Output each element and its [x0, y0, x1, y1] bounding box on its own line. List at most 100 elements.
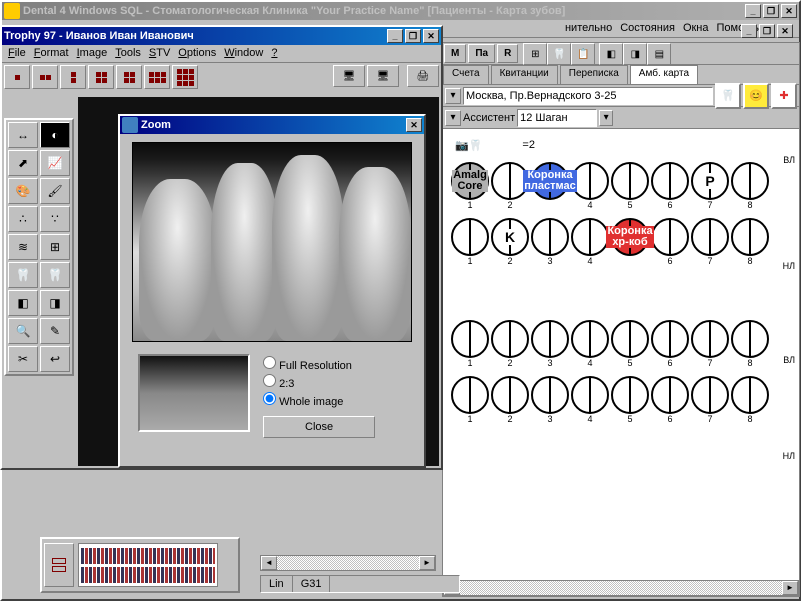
mode-pa-button[interactable]: Па — [468, 44, 495, 63]
red-cross-icon[interactable]: ✚ — [771, 83, 797, 109]
chart-tool-button[interactable]: ▤ — [647, 43, 671, 65]
assistant-select[interactable] — [517, 109, 597, 127]
chart-tool-button[interactable]: ⊞ — [523, 43, 547, 65]
print-button[interactable]: 🖨 — [407, 65, 439, 87]
palette-tool-button[interactable]: ◨ — [40, 290, 70, 316]
tooth-blank[interactable]: 5 — [611, 376, 649, 414]
tooth-6[interactable]: 6 — [651, 218, 689, 256]
mode-m-button[interactable]: М — [444, 44, 466, 63]
menu-window[interactable]: Window — [224, 47, 263, 60]
tab-receipts[interactable]: Квитанции — [491, 65, 558, 84]
close-button[interactable]: ✕ — [406, 118, 422, 132]
layout-button[interactable] — [32, 65, 58, 89]
palette-tool-button[interactable]: ∴ — [8, 206, 38, 232]
strip-scrollbar[interactable]: ◄ ► — [260, 555, 436, 571]
layout-button[interactable] — [4, 65, 30, 89]
palette-tool-button[interactable]: 🦷 — [40, 262, 70, 288]
tooth-blank[interactable]: 8 — [731, 376, 769, 414]
layout-button[interactable] — [60, 65, 86, 89]
chart-tool-button[interactable]: ◨ — [623, 43, 647, 65]
device-button[interactable]: 🖥 — [333, 65, 365, 87]
tooth-blank[interactable]: 7 — [691, 320, 729, 358]
strip-layout-button[interactable] — [44, 543, 74, 587]
tooth-blank[interactable]: 5 — [611, 320, 649, 358]
tooth-7[interactable]: 7 — [691, 218, 729, 256]
scroll-left-icon[interactable]: ◄ — [261, 556, 277, 570]
dropdown-icon[interactable]: ▾ — [445, 110, 461, 126]
scroll-right-icon[interactable]: ► — [782, 581, 798, 595]
tooth-blank[interactable]: 4 — [571, 320, 609, 358]
chart-tool-button[interactable]: ◧ — [599, 43, 623, 65]
tooth-blank[interactable]: 8 — [731, 320, 769, 358]
menu-format[interactable]: Format — [34, 47, 69, 60]
tooth-5[interactable]: 5 — [611, 162, 649, 200]
tab-accounts[interactable]: Счета — [443, 65, 489, 84]
tooth-1[interactable]: 1 — [451, 218, 489, 256]
teeth-overview[interactable] — [78, 543, 218, 587]
menu-file[interactable]: File — [8, 47, 26, 60]
palette-tool-button[interactable]: ↩ — [40, 346, 70, 372]
tooth-blank[interactable]: 1 — [451, 320, 489, 358]
tooth-blank[interactable]: 7 — [691, 376, 729, 414]
trophy-titlebar[interactable]: Trophy 97 - Иванов Иван Иванович _ ❐ ✕ — [2, 27, 441, 45]
tooth-blank[interactable]: 3 — [531, 376, 569, 414]
chart-scrollbar[interactable]: ◄ ► — [443, 580, 799, 596]
tooth-blank[interactable]: 4 — [571, 376, 609, 414]
menu-windows[interactable]: Окна — [683, 22, 709, 35]
layout-button[interactable] — [172, 65, 198, 89]
palette-tool-button[interactable]: 🔍 — [8, 318, 38, 344]
palette-tool-button[interactable]: 📈 — [40, 150, 70, 176]
zoom-thumbnail[interactable] — [138, 354, 250, 432]
maximize-button[interactable]: ❐ — [763, 4, 779, 18]
palette-tool-button[interactable]: 🎨 — [8, 178, 38, 204]
tooth-blank[interactable]: 1 — [451, 376, 489, 414]
tooth-7[interactable]: P7 — [691, 162, 729, 200]
tooth-1[interactable]: Amalg Core1 — [451, 162, 489, 200]
tooth-5[interactable]: Коронка хр-коб5 — [611, 218, 649, 256]
tooth-4[interactable]: 4 — [571, 218, 609, 256]
menu-tools[interactable]: Tools — [115, 47, 141, 60]
zoom-opt-23[interactable]: 2:3 — [263, 374, 375, 390]
zoom-close-button[interactable]: Close — [263, 416, 375, 438]
minimize-button[interactable]: _ — [745, 4, 761, 18]
palette-tool-button[interactable]: ✂ — [8, 346, 38, 372]
palette-tool-button[interactable]: 🦷 — [8, 262, 38, 288]
tooth-blank[interactable]: 3 — [531, 320, 569, 358]
smiley-icon[interactable]: 😊 — [743, 83, 769, 109]
layout-button[interactable] — [88, 65, 114, 89]
tab-correspondence[interactable]: Переписка — [560, 65, 628, 84]
tooth-8[interactable]: 8 — [731, 162, 769, 200]
menu-states[interactable]: Состояния — [620, 22, 675, 35]
layout-button[interactable] — [116, 65, 142, 89]
tooth-8[interactable]: 8 — [731, 218, 769, 256]
menu-extra[interactable]: нительно — [565, 22, 612, 35]
close-button[interactable]: ✕ — [423, 29, 439, 43]
palette-tool-button[interactable]: ≋ — [8, 234, 38, 260]
palette-tool-button[interactable]: ◧ — [8, 290, 38, 316]
palette-tool-button[interactable]: ◐ — [40, 122, 70, 148]
address-input[interactable] — [463, 87, 713, 105]
zoom-titlebar[interactable]: Zoom ✕ — [120, 116, 424, 134]
maximize-button[interactable]: ❐ — [405, 29, 421, 43]
scroll-right-icon[interactable]: ► — [419, 556, 435, 570]
mdi-minimize-button[interactable]: _ — [741, 24, 757, 38]
tooth-6[interactable]: 6 — [651, 162, 689, 200]
menu-stv[interactable]: STV — [149, 47, 170, 60]
layout-button[interactable] — [144, 65, 170, 89]
chart-tool-button[interactable]: 📋 — [571, 43, 595, 65]
tooth-icon[interactable]: 🦷 — [715, 83, 741, 109]
tab-amb-card[interactable]: Амб. карта — [630, 65, 698, 84]
menu-image[interactable]: Image — [77, 47, 108, 60]
mdi-close-button[interactable]: ✕ — [777, 24, 793, 38]
menu-options[interactable]: Options — [178, 47, 216, 60]
mode-r-button[interactable]: R — [497, 44, 518, 63]
palette-tool-button[interactable]: ↔ — [8, 122, 38, 148]
tooth-3[interactable]: 3 — [531, 218, 569, 256]
palette-tool-button[interactable]: ✎ — [40, 318, 70, 344]
zoom-opt-whole[interactable]: Whole image — [263, 392, 375, 408]
palette-tool-button[interactable]: ⬈ — [8, 150, 38, 176]
chart-tool-button[interactable]: 🦷 — [547, 43, 571, 65]
tooth-blank[interactable]: 6 — [651, 320, 689, 358]
palette-tool-button[interactable]: ∵ — [40, 206, 70, 232]
tooth-blank[interactable]: 6 — [651, 376, 689, 414]
